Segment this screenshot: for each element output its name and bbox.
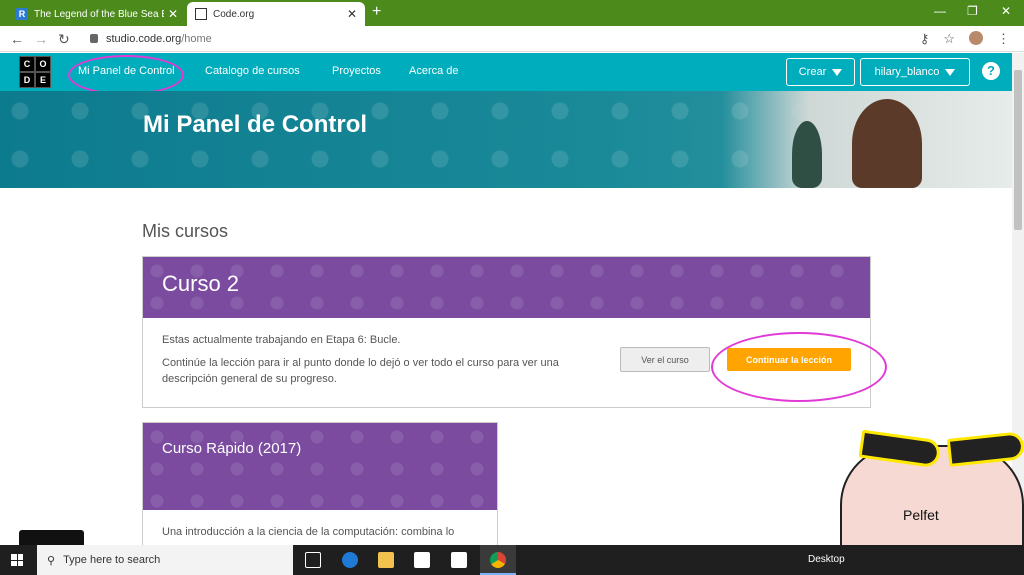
logo-letter: O <box>35 56 51 72</box>
logo-letter: C <box>19 56 35 72</box>
chrome-icon <box>490 552 506 568</box>
user-menu-button[interactable]: hilary_blanco <box>860 58 970 86</box>
task-view-icon[interactable] <box>305 552 321 568</box>
logo-letter: D <box>19 72 35 88</box>
photo-person <box>792 121 822 188</box>
section-title: Mis cursos <box>142 221 229 241</box>
minimize-icon[interactable]: — <box>934 4 946 18</box>
forward-icon[interactable]: → <box>34 31 48 47</box>
address-bar: ← → ↻ studio.code.org/home ⚷ ☆ ⋮ <box>0 26 1024 52</box>
file-explorer-icon[interactable] <box>378 552 394 568</box>
menu-icon[interactable]: ⋮ <box>997 31 1010 47</box>
nav-about[interactable]: Acerca de <box>409 65 459 77</box>
create-label: Crear <box>798 66 827 78</box>
course-card: Curso Rápido (2017) Una introducción a l… <box>142 422 498 552</box>
close-window-icon[interactable]: ✕ <box>1001 4 1011 18</box>
annotation-circle <box>711 332 887 402</box>
nav-course-catalog[interactable]: Catalogo de cursos <box>205 65 300 77</box>
sticker-label: Pelfet <box>903 507 939 523</box>
chrome-taskbar-button[interactable] <box>480 545 516 575</box>
banner-photo <box>722 91 1012 188</box>
windows-taskbar: ⚲ Type here to search Desktop <box>0 545 1024 575</box>
edge-icon[interactable] <box>342 552 358 568</box>
course-title: Curso 2 <box>162 271 240 296</box>
desktop-label[interactable]: Desktop <box>808 554 845 565</box>
course-description: Continúe la lección para ir al punto don… <box>162 357 559 385</box>
create-button[interactable]: Crear <box>786 58 855 86</box>
username-label: hilary_blanco <box>874 66 940 78</box>
url-host: studio.code.org <box>106 33 182 45</box>
course-status: Estas actualmente trabajando en Etapa 6:… <box>162 334 401 346</box>
browser-tab-blue-sea[interactable]: R The Legend of the Blue Sea Episo ✕ <box>8 2 186 26</box>
caret-down-icon <box>832 68 843 76</box>
lock-icon <box>90 34 98 43</box>
page-banner: Mi Panel de Control <box>0 91 1012 188</box>
new-tab-icon[interactable]: + <box>372 3 381 21</box>
nav-projects[interactable]: Proyectos <box>332 65 381 77</box>
view-course-button[interactable]: Ver el curso <box>620 347 710 372</box>
caret-down-icon <box>945 68 956 76</box>
course-card-header: Curso Rápido (2017) <box>143 423 497 510</box>
annotation-circle <box>68 55 184 95</box>
photo-person <box>852 99 922 188</box>
tab-favicon-icon: R <box>16 8 28 20</box>
codeorg-logo[interactable]: C O D E <box>19 56 51 88</box>
url-field[interactable]: studio.code.org/home <box>106 33 212 45</box>
url-path: /home <box>181 33 212 45</box>
overlay-widget <box>19 530 84 545</box>
restore-icon[interactable]: ❐ <box>967 4 978 18</box>
codeorg-favicon-icon <box>195 8 207 20</box>
course-title: Curso Rápido (2017) <box>162 440 302 457</box>
back-icon[interactable]: ← <box>10 31 24 47</box>
browser-tab-strip: R The Legend of the Blue Sea Episo ✕ Cod… <box>0 0 1024 26</box>
help-icon[interactable]: ? <box>982 62 1000 80</box>
logo-letter: E <box>35 72 51 88</box>
mail-icon[interactable] <box>451 552 467 568</box>
close-tab-icon[interactable]: ✕ <box>168 7 178 21</box>
sunglasses-icon <box>946 431 1024 467</box>
star-icon[interactable]: ☆ <box>943 31 955 47</box>
search-placeholder: Type here to search <box>63 554 161 566</box>
profile-avatar[interactable] <box>969 31 983 45</box>
windows-start-icon[interactable] <box>11 554 23 566</box>
key-icon[interactable]: ⚷ <box>920 31 930 47</box>
reload-icon[interactable]: ↻ <box>58 31 70 48</box>
page-title: Mi Panel de Control <box>143 111 368 138</box>
course-description: Una introducción a la ciencia de la comp… <box>162 526 455 538</box>
store-icon[interactable] <box>414 552 430 568</box>
taskbar-search[interactable]: ⚲ Type here to search <box>37 545 293 575</box>
scrollbar-thumb[interactable] <box>1014 70 1022 230</box>
tab-title: Code.org <box>213 8 255 20</box>
close-tab-icon[interactable]: ✕ <box>347 7 357 21</box>
search-icon: ⚲ <box>47 554 56 567</box>
browser-tab-codeorg[interactable]: Code.org ✕ <box>187 2 365 26</box>
tab-title: The Legend of the Blue Sea Episo <box>34 8 164 20</box>
course-card-header: Curso 2 <box>143 257 870 318</box>
